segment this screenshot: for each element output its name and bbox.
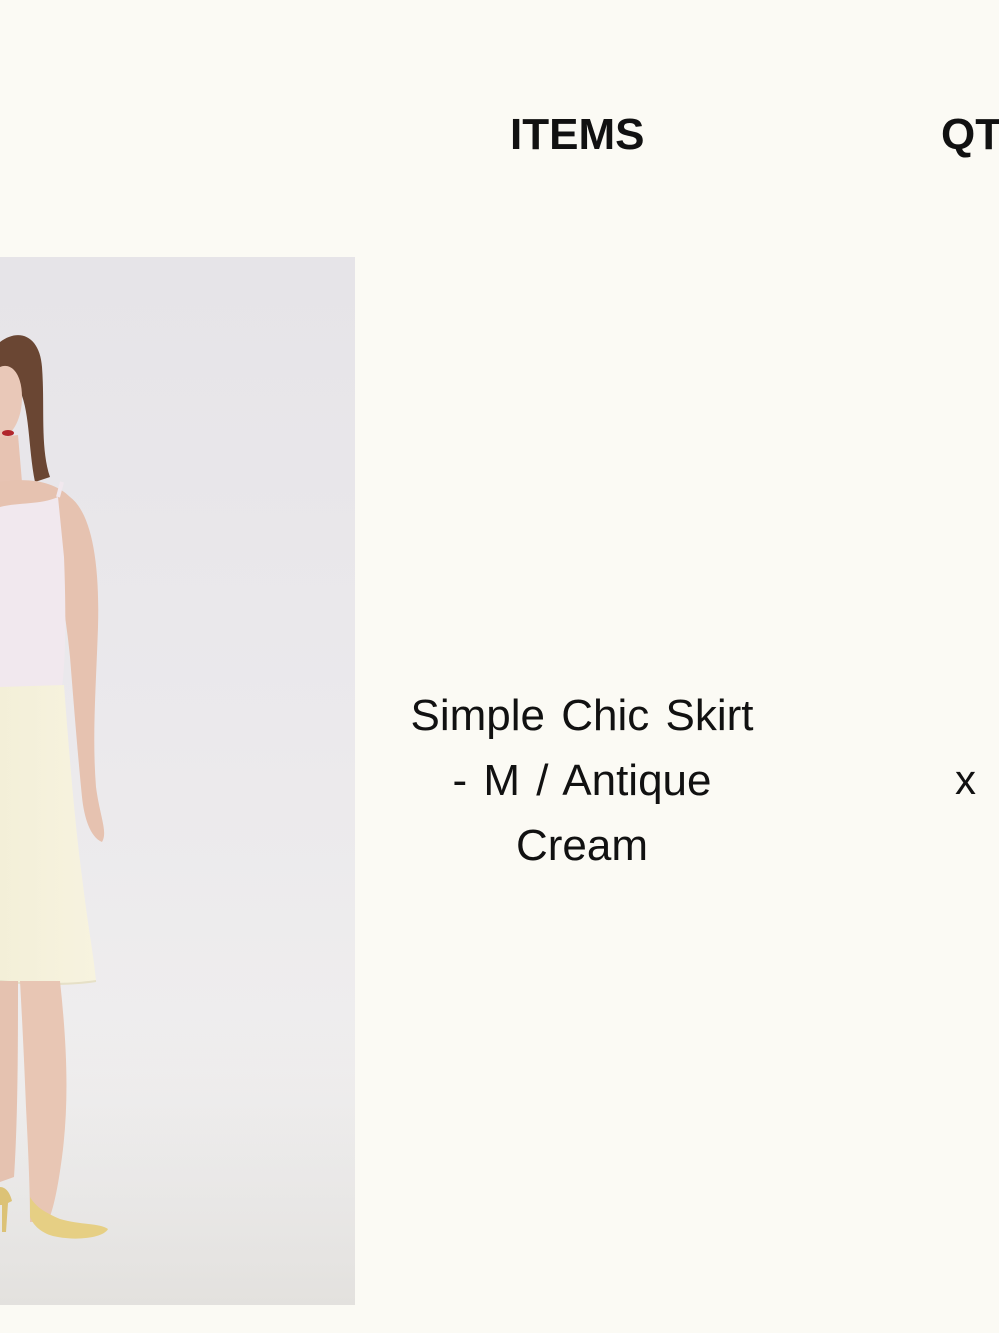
model-figure-icon [0, 335, 355, 1305]
product-image[interactable] [0, 257, 355, 1305]
items-column-header: ITEMS [510, 110, 645, 159]
quantity-prefix: x [955, 756, 976, 803]
qty-column-header: QT [941, 110, 999, 159]
item-name[interactable]: Simple Chic Skirt - M / Antique Cream [400, 683, 764, 878]
